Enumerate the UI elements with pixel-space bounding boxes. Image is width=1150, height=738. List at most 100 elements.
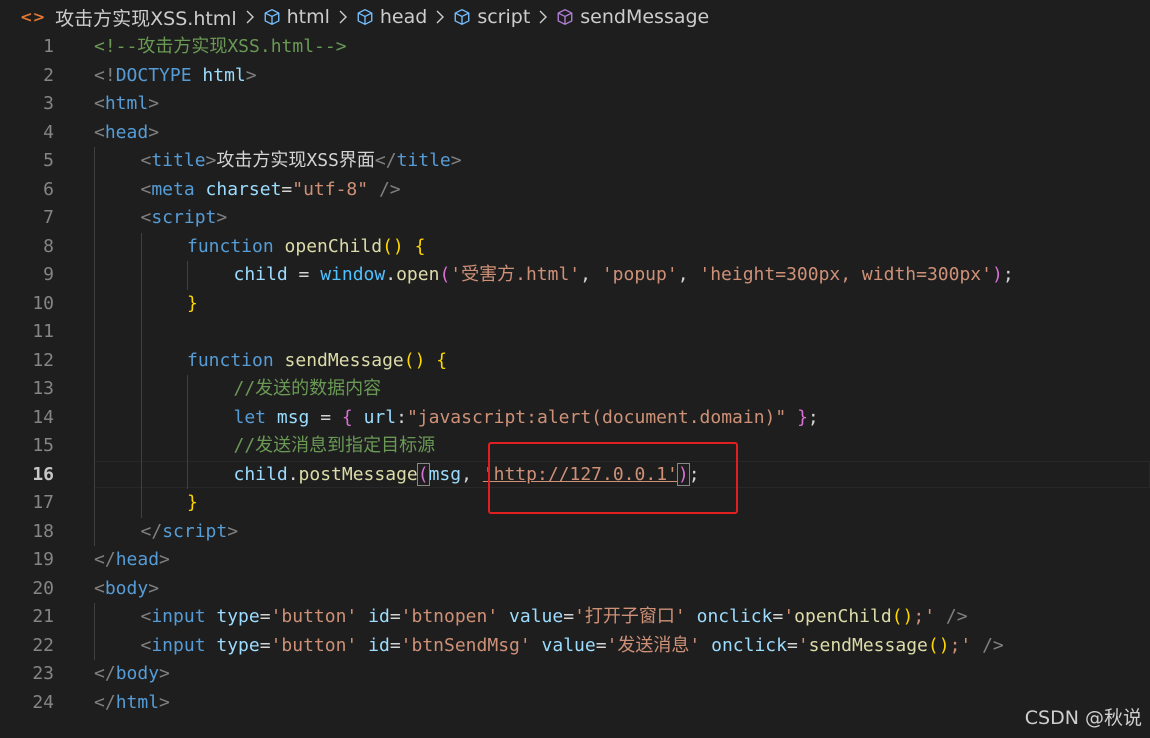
- line-number[interactable]: 10: [0, 290, 54, 319]
- line-number[interactable]: 23: [0, 660, 54, 689]
- code-token: 'button': [270, 634, 358, 656]
- indent-guide: [187, 460, 188, 489]
- code-token: value: [541, 634, 596, 656]
- line-number[interactable]: 7: [0, 204, 54, 233]
- code-line[interactable]: 19 </head>: [0, 546, 1150, 575]
- code-token: onclick: [711, 634, 787, 656]
- line-number[interactable]: 9: [0, 261, 54, 290]
- code-token: msg: [428, 463, 462, 485]
- indent-guide: [187, 403, 188, 432]
- code-line[interactable]: 24 </html>: [0, 689, 1150, 718]
- code-token: </: [374, 150, 397, 171]
- code-line[interactable]: 18 </script>: [0, 517, 1150, 547]
- code-line[interactable]: 20 <body>: [0, 575, 1150, 604]
- code-token: head: [104, 121, 149, 143]
- code-line[interactable]: 22 <input type='button' id='btnSendMsg' v…: [0, 631, 1150, 661]
- code-line[interactable]: 11: [0, 318, 1150, 347]
- code-line[interactable]: 21 <input type='button' id='btnopen' valu…: [0, 603, 1150, 632]
- html-file-icon: <>: [20, 8, 46, 26]
- line-number[interactable]: 12: [0, 347, 54, 376]
- code-token: =: [772, 606, 784, 627]
- breadcrumb-item-html[interactable]: html: [263, 6, 330, 28]
- code-token: //发送的数据内容: [233, 378, 382, 399]
- line-number[interactable]: 16: [0, 461, 54, 490]
- symbol-field-icon: [263, 8, 281, 26]
- line-number[interactable]: 5: [0, 147, 54, 176]
- code-token: <: [140, 178, 152, 200]
- code-line[interactable]: 4 <head>: [0, 119, 1150, 148]
- line-number[interactable]: 20: [0, 575, 54, 604]
- code-token: =: [563, 606, 575, 627]
- breadcrumb-item-head[interactable]: head: [356, 6, 427, 28]
- line-number[interactable]: 22: [0, 632, 54, 661]
- line-number[interactable]: 14: [0, 404, 54, 433]
- line-number[interactable]: 1: [0, 33, 54, 62]
- code-token: =: [389, 634, 401, 656]
- code-line[interactable]: 7 <script>: [0, 204, 1150, 233]
- line-number[interactable]: 6: [0, 176, 54, 205]
- line-number[interactable]: 24: [0, 689, 54, 718]
- breadcrumb-item-script[interactable]: script: [453, 6, 530, 28]
- code-line[interactable]: 1 <!--攻击方实现XSS.html-->: [0, 33, 1150, 62]
- code-line[interactable]: 23 </body>: [0, 660, 1150, 689]
- breadcrumb-file[interactable]: <> 攻击方实现XSS.html: [20, 4, 237, 31]
- code-line[interactable]: 5 <title>攻击方实现XSS界面</title>: [0, 147, 1150, 176]
- chevron-right-icon: [435, 10, 445, 24]
- code-token: openChild: [794, 606, 892, 627]
- code-token: window: [320, 264, 386, 285]
- indent-guide: [140, 261, 142, 290]
- indent-guide: [140, 289, 142, 318]
- code-token: }: [187, 492, 198, 513]
- code-line[interactable]: 8 function openChild() {: [0, 232, 1150, 262]
- code-text: function sendMessage() {: [187, 347, 447, 376]
- code-token: script: [151, 207, 217, 228]
- indent-guide: [140, 489, 142, 518]
- line-number[interactable]: 18: [0, 518, 54, 547]
- code-token: =: [287, 264, 321, 285]
- code-token: script: [162, 520, 228, 542]
- code-token: html: [104, 93, 149, 114]
- code-token: =: [281, 178, 293, 200]
- code-line[interactable]: 12 function sendMessage() {: [0, 346, 1150, 376]
- code-token: >: [227, 520, 239, 542]
- indent-guide: [94, 403, 95, 432]
- code-line[interactable]: 13 //发送的数据内容: [0, 375, 1150, 404]
- code-token: function: [187, 235, 274, 257]
- line-number[interactable]: 19: [0, 546, 54, 575]
- line-number[interactable]: 2: [0, 62, 54, 91]
- line-number[interactable]: 13: [0, 375, 54, 404]
- code-editor[interactable]: 1 <!--攻击方实现XSS.html--> 2 <!DOCTYPE html> 3 <h…: [0, 33, 1150, 717]
- indent-guide: [140, 403, 142, 432]
- line-number[interactable]: 8: [0, 233, 54, 262]
- line-number[interactable]: 21: [0, 603, 54, 632]
- line-number[interactable]: 17: [0, 489, 54, 518]
- breadcrumb-item-sendmessage[interactable]: sendMessage: [556, 6, 709, 28]
- code-token: }: [187, 292, 198, 314]
- code-text: </html>: [94, 689, 170, 718]
- code-token: value: [509, 606, 564, 627]
- code-line[interactable]: 6 <meta charset="utf-8" />: [0, 175, 1150, 205]
- code-line[interactable]: 2 <!DOCTYPE html>: [0, 62, 1150, 91]
- indent-guide: [94, 289, 95, 318]
- indent-guide: [140, 460, 142, 489]
- line-number[interactable]: 3: [0, 90, 54, 119]
- code-line[interactable]: 10}: [0, 289, 1150, 319]
- code-token: >: [159, 691, 170, 713]
- code-token: />: [378, 178, 401, 200]
- indent-guide: [94, 489, 95, 518]
- code-token: =: [786, 634, 798, 656]
- code-text: child = window.open('受害方.html', 'popup',…: [234, 261, 1014, 290]
- symbol-field-icon: [453, 8, 471, 26]
- code-line[interactable]: 9 child = window.open('受害方.html', 'popup'…: [0, 261, 1150, 290]
- line-number[interactable]: 11: [0, 318, 54, 347]
- line-number[interactable]: 15: [0, 432, 54, 461]
- line-number[interactable]: 4: [0, 119, 54, 148]
- code-token: ,: [677, 264, 700, 285]
- code-line[interactable]: 14 let msg = { url:"javascript:alert(docu…: [0, 403, 1150, 433]
- indent-guide: [140, 432, 142, 461]
- code-line[interactable]: 3 <html>: [0, 90, 1150, 119]
